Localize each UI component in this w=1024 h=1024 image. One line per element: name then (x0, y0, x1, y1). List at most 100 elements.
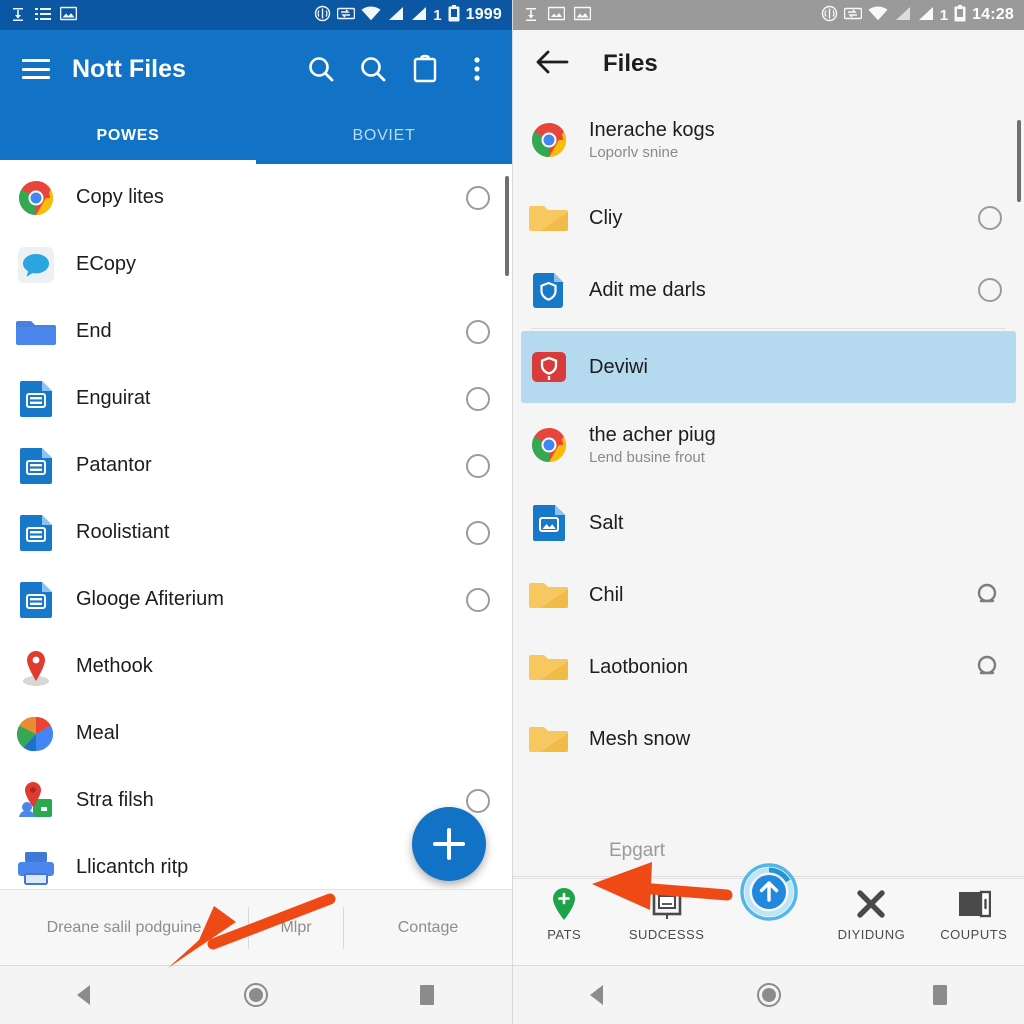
doc-blue-icon (14, 578, 58, 622)
list-item-text: Meal (76, 722, 448, 745)
chrome-icon (527, 423, 571, 467)
vibrate-icon (821, 5, 838, 25)
radio-button[interactable] (466, 788, 490, 813)
divider (531, 328, 1006, 329)
green-pin-plus-icon (549, 885, 579, 923)
image-icon (547, 6, 566, 24)
radio-button[interactable] (466, 319, 490, 344)
list-item-text: Patantor (76, 454, 448, 477)
upload-circle-icon (738, 863, 800, 921)
list-item[interactable]: Roolistiant (0, 499, 512, 566)
list-item[interactable]: Cliy (513, 182, 1024, 254)
radio-button[interactable] (466, 587, 490, 612)
status-notification-icons (10, 6, 78, 25)
radio-button[interactable] (466, 453, 490, 478)
list-item-title: Enguirat (76, 387, 151, 409)
bottom-nav-item[interactable]: COUPUTS (923, 885, 1024, 942)
tab-powes[interactable]: POWES (0, 108, 256, 164)
list-item-title: the acher piug (589, 424, 716, 446)
window-icon (651, 885, 683, 923)
signal-icon (917, 6, 934, 24)
clipboard-icon[interactable] (404, 48, 446, 90)
download-icon (10, 6, 26, 25)
recents-icon[interactable] (920, 975, 960, 1015)
radio-button[interactable] (978, 206, 1002, 230)
list-item[interactable]: Patantor (0, 432, 512, 499)
list-item[interactable]: Adit me darls (513, 254, 1024, 326)
right-status-bar: 1 14:28 (513, 0, 1024, 30)
list-item[interactable]: End (0, 298, 512, 365)
list-item-text: Mesh snow (589, 728, 960, 751)
red-shield-icon (527, 345, 571, 389)
radio-button[interactable] (466, 386, 490, 411)
list-item[interactable]: the acher piug Lend busine frout (513, 403, 1024, 487)
hamburger-icon[interactable] (22, 59, 50, 79)
list-item[interactable]: Salt (513, 487, 1024, 559)
bottom-nav-item[interactable]: PATS (513, 885, 615, 942)
maps-icon (14, 712, 58, 756)
app-bar-actions (300, 48, 498, 90)
list-item-text: Roolistiant (76, 521, 448, 544)
search-icon[interactable] (300, 48, 342, 90)
list-item-title: Cliy (589, 206, 623, 229)
doc-blue-icon (14, 377, 58, 421)
status-system-icons: 1 14:28 (821, 5, 1014, 25)
recents-icon[interactable] (407, 975, 447, 1015)
list-item[interactable]: Enguirat (0, 365, 512, 432)
bottom-label-3[interactable]: Contage (344, 890, 512, 965)
arrow-left-icon[interactable] (535, 48, 569, 81)
loupe-icon (977, 655, 997, 675)
back-icon[interactable] (578, 975, 618, 1015)
left-phone-panel: 1 1999 Nott Files POWES BOVIET Copy lite… (0, 0, 512, 1024)
radio-button[interactable] (978, 278, 1002, 302)
add-fab-button[interactable] (412, 807, 486, 881)
loupe-icon[interactable] (972, 652, 1002, 682)
folder-amber-icon (527, 645, 571, 689)
radio-button[interactable] (466, 185, 490, 210)
loupe-icon (977, 583, 997, 603)
list-item[interactable]: Mesh snow (513, 703, 1024, 775)
list-item-text: Deviwi (589, 356, 952, 379)
list-item[interactable]: Chil (513, 559, 1024, 631)
doc-blue-icon (14, 511, 58, 555)
download-icon (523, 6, 539, 25)
bottom-nav-label: COUPUTS (940, 927, 1008, 942)
bottom-label-2[interactable]: Mlpr (249, 890, 343, 965)
dual-phone-screenshot: 1 1999 Nott Files POWES BOVIET Copy lite… (0, 0, 1024, 1024)
list-item[interactable]: ECopy (0, 231, 512, 298)
bottom-nav-item[interactable]: DIYIDUNG (820, 885, 922, 942)
home-icon[interactable] (236, 975, 276, 1015)
back-icon[interactable] (65, 975, 105, 1015)
sim-count-label: 1 (433, 6, 442, 24)
loupe-icon[interactable] (972, 580, 1002, 610)
list-item[interactable]: Glooge Afiterium (0, 566, 512, 633)
doc-image-icon (527, 501, 571, 545)
image-icon (573, 6, 592, 24)
home-icon[interactable] (749, 975, 789, 1015)
list-item[interactable]: Methook (0, 633, 512, 700)
list-item-title: Adit me darls (589, 278, 706, 301)
list-item[interactable]: Copy lites (0, 164, 512, 231)
page-title: Nott Files (72, 54, 186, 83)
list-item-title: Chil (589, 583, 624, 606)
wifi-icon (361, 6, 381, 24)
list-item-selected[interactable]: Deviwi (521, 331, 1016, 403)
bottom-nav-item[interactable] (718, 863, 820, 921)
sync-icon (337, 6, 356, 24)
page-title: Files (603, 50, 658, 77)
list-item[interactable]: Meal (0, 700, 512, 767)
chrome-icon (527, 118, 571, 162)
tab-boviet[interactable]: BOVIET (256, 108, 512, 164)
bottom-nav-item[interactable]: SUDCESSS (615, 885, 717, 942)
left-app-bar: Nott Files (0, 30, 512, 108)
right-scrollbar-thumb[interactable] (1017, 120, 1021, 202)
signal-icon (410, 6, 427, 24)
radio-button[interactable] (466, 520, 490, 545)
overflow-menu-icon[interactable] (456, 48, 498, 90)
list-item[interactable]: Laotbonion (513, 631, 1024, 703)
list-item[interactable]: Inerache kogs Loporlv snine (513, 98, 1024, 182)
bottom-label-1[interactable]: Dreane salil podguine (0, 890, 248, 965)
left-scrollbar-thumb[interactable] (505, 176, 509, 276)
battery-icon (448, 5, 460, 25)
search-icon[interactable] (352, 48, 394, 90)
